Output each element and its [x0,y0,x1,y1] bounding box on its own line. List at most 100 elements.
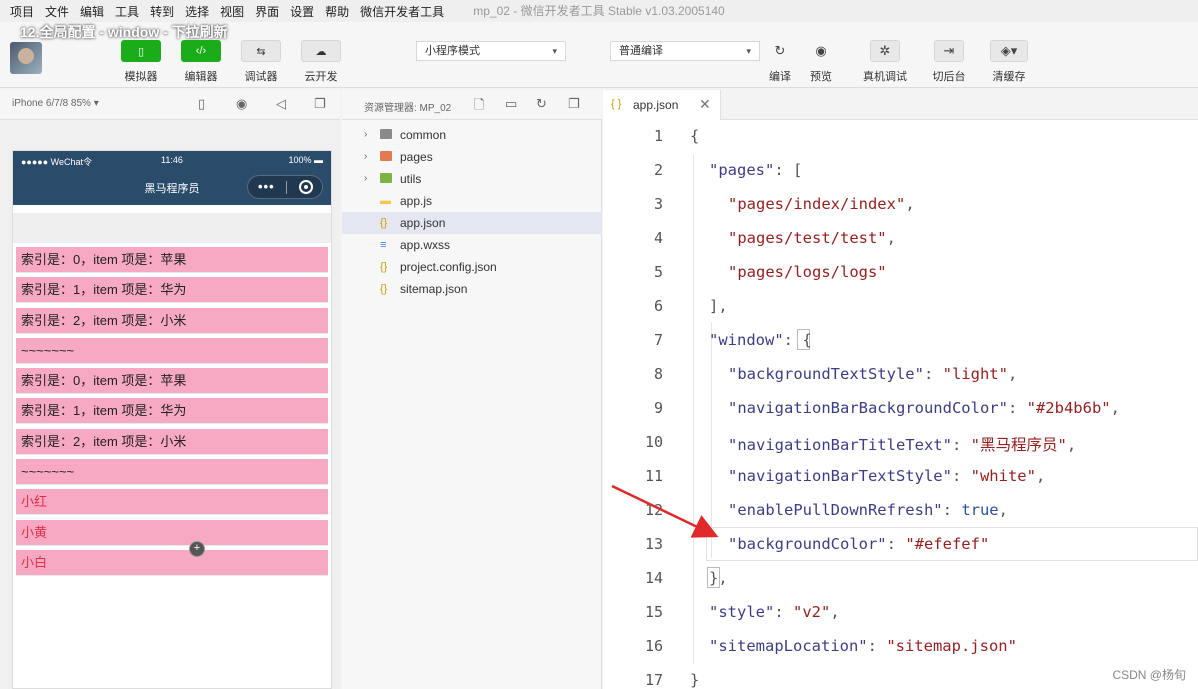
file-tree-item[interactable]: ≡ app.wxss [342,234,602,256]
status-bar: ●●●●● WeChat令 11:46 100% ▬ [13,151,331,169]
js-file-icon: ▬ [380,195,391,207]
menu-item[interactable]: 设置 [290,3,314,20]
new-folder-icon[interactable]: ▭ [505,96,517,112]
editor-tabbar: { } app.json ✕ [603,90,1198,120]
pull-refresh-area [13,213,331,243]
carrier-label: ●●●●● WeChat令 [21,157,93,167]
code-token: , [1007,365,1018,383]
folder-icon [380,151,392,161]
simulator-toggle-button[interactable]: ▯ [121,40,161,62]
code-token: , [1066,436,1077,454]
menu-item[interactable]: 工具 [115,3,139,20]
code-token: "pages/logs/logs" [728,263,887,281]
editor-toggle-button[interactable]: ‹/› [181,40,221,62]
code-line: "pages/index/index", [728,195,915,213]
file-tree-item[interactable]: {} sitemap.json [342,278,602,300]
chevron-right-icon[interactable]: › [364,168,367,190]
menu-capsule[interactable]: ••• [247,175,323,199]
new-file-icon[interactable]: 🗋 [474,96,484,118]
cloud-icon: ☁ [315,45,327,58]
debugger-toggle-button[interactable]: ⇆ [241,40,281,62]
compile-select[interactable]: 普通编译 ▾ [610,41,760,61]
menu-item[interactable]: 视图 [220,3,244,20]
code-icon: ‹/› [195,45,207,57]
code-line: "navigationBarBackgroundColor": "#2b4b6b… [728,399,1120,417]
tab-app-json[interactable]: { } app.json ✕ [603,90,721,120]
watermark: CSDN @杨旬 [1112,668,1186,682]
code-token: "pages" [709,161,775,179]
line-number: 17 [644,671,663,689]
line-number: 15 [644,603,663,621]
code-token: { [690,127,700,145]
list-item: 小白 [16,549,328,576]
code-token: "backgroundColor" [728,535,887,553]
code-token: , [830,603,840,621]
avatar[interactable] [10,42,42,74]
menu-item[interactable]: 转到 [150,3,174,20]
more-icon[interactable]: ••• [258,179,275,194]
volume-icon[interactable]: ◁ [276,96,286,112]
mode-select[interactable]: 小程序模式 ▾ [416,41,566,61]
json-file-icon: {} [380,283,388,295]
file-tree-item[interactable]: {} app.json [342,212,602,234]
file-tree-item[interactable]: › utils [342,168,602,190]
code-line: "pages/test/test", [728,229,896,247]
code-editor[interactable]: 1 {2 "pages": [3 "pages/index/index", 4 "page… [603,120,1198,689]
line-number: 12 [644,501,663,519]
file-tree-item[interactable]: {} project.config.json [342,256,602,278]
backend-button[interactable]: ⇥ [934,40,964,62]
chevron-right-icon[interactable]: › [364,146,367,168]
code-token: "sitemap.json" [886,637,1017,655]
device-select[interactable]: iPhone 6/7/8 85% ▾ [12,98,99,109]
compile-button[interactable]: ↻ [765,40,795,62]
close-icon[interactable]: ✕ [699,96,711,113]
nav-bar: 黑马程序员 ••• [13,169,331,205]
code-token: , [998,501,1008,519]
code-line: "pages/logs/logs" [728,263,887,281]
code-token: : [886,535,906,553]
file-tree-item[interactable]: › pages [342,146,602,168]
menu-bar: 项目 文件 编辑 工具 转到 选择 视图 界面 设置 帮助 微信开发者工具 [0,0,1198,22]
file-tree-item[interactable]: › common [342,124,602,146]
menu-item[interactable]: 帮助 [325,3,349,20]
record-icon[interactable]: ◉ [236,96,247,112]
code-token: : [951,467,971,485]
preview-button[interactable]: ◉ [806,40,836,62]
battery-label: 100% ▬ [288,155,323,165]
line-number: 9 [653,399,663,417]
chevron-right-icon[interactable]: › [364,124,367,146]
code-line: "sitemapLocation": "sitemap.json" [709,637,1017,655]
layers-icon: ◈▾ [1000,43,1018,58]
json-file-icon: {} [380,261,388,273]
menu-item[interactable]: 界面 [255,3,279,20]
code-token: "style" [709,603,775,621]
code-line: } [690,671,699,689]
list-item: ~~~~~~~ [16,459,328,486]
menu-item[interactable]: 微信开发者工具 [360,3,444,20]
file-tree-item[interactable]: ▬ app.js [342,190,602,212]
simulator-header: iPhone 6/7/8 85% ▾ ▯ ◉ ◁ ❐ [0,90,340,120]
code-token: , [905,195,915,213]
list-item: ~~~~~~~ [16,337,328,364]
real-debug-button[interactable]: ✲ [870,40,900,62]
code-line: { [690,127,699,145]
collapse-icon[interactable]: ❐ [568,96,580,112]
cloud-dev-button[interactable]: ☁ [301,40,341,62]
chevron-down-icon: ▾ [552,46,557,56]
file-tree: › common › pages › utils ▬ app.js {} app.json ≡ app… [342,124,602,300]
close-mini-icon[interactable] [299,180,313,194]
phone-icon[interactable]: ▯ [198,96,205,112]
menu-item[interactable]: 选择 [185,3,209,20]
window-icon[interactable]: ❐ [314,96,326,112]
chevron-down-icon: ▾ [746,46,751,56]
clear-cache-button[interactable]: ◈▾ [990,40,1028,62]
menu-item[interactable]: 编辑 [80,3,104,20]
menu-item[interactable]: 文件 [45,3,69,20]
refresh-icon[interactable]: ↻ [536,96,547,112]
folder-icon [380,173,392,183]
menu-item[interactable]: 项目 [10,3,34,20]
code-line: "window": { [709,331,812,349]
preview-label: 预览 [810,71,832,83]
code-line: }, [709,569,728,587]
folder-icon [380,129,392,139]
